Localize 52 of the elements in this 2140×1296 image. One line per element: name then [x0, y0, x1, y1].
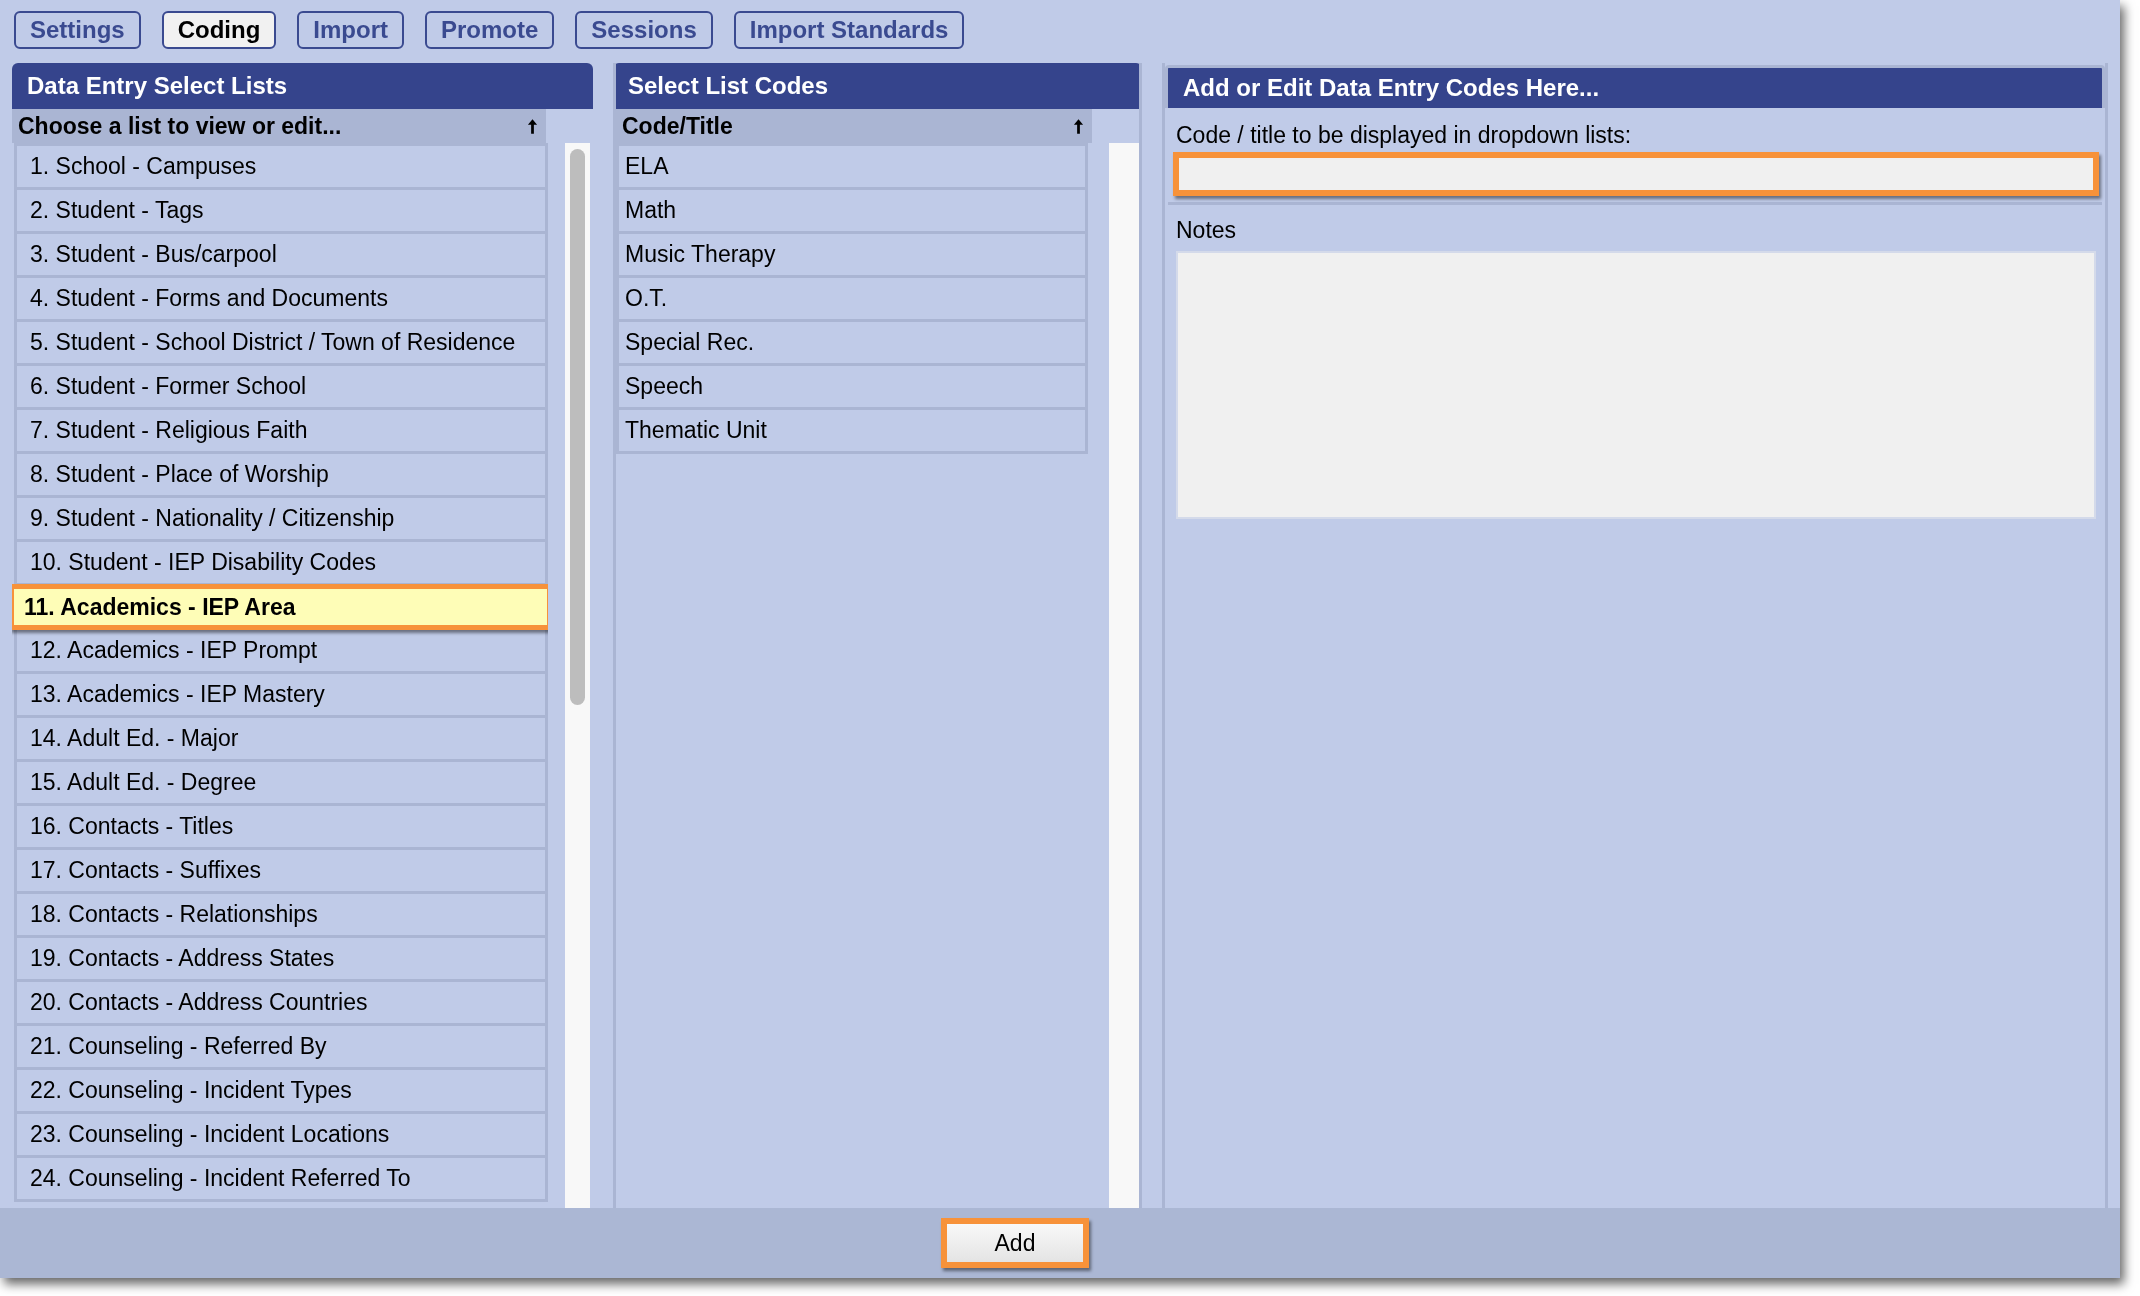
list-item[interactable]: 7. Student - Religious Faith	[14, 410, 548, 454]
tab[interactable]: Import Standards	[733, 11, 965, 49]
list-item[interactable]: 3. Student - Bus/carpool	[14, 234, 548, 278]
list-item[interactable]: 8. Student - Place of Worship	[14, 454, 548, 498]
panel-title: Data Entry Select Lists	[12, 63, 593, 109]
list-item[interactable]: 6. Student - Former School	[14, 366, 548, 410]
notes-field[interactable]	[1176, 251, 2096, 519]
tab[interactable]: Settings	[14, 11, 141, 49]
field-label: Code / title to be displayed in dropdown lists:	[1176, 121, 1633, 150]
list-item[interactable]: 4. Student - Forms and Documents	[14, 278, 548, 322]
tab[interactable]: Import	[297, 11, 404, 49]
code-item[interactable]: Thematic Unit	[616, 410, 1088, 454]
code-item[interactable]: Speech	[616, 366, 1088, 410]
list-item[interactable]: 18. Contacts - Relationships	[14, 894, 548, 938]
code-item[interactable]: O.T.	[616, 278, 1088, 322]
scrollbar-track[interactable]	[565, 143, 590, 1208]
list-item[interactable]: 10. Student - IEP Disability Codes	[14, 542, 548, 586]
column-title: Choose a list to view or edit...	[18, 112, 342, 140]
field-label: Notes	[1176, 216, 1238, 245]
list-item[interactable]: 20. Contacts - Address Countries	[14, 982, 548, 1026]
list-item[interactable]: 21. Counseling - Referred By	[14, 1026, 548, 1070]
column-title: Code/Title	[622, 112, 733, 140]
code-item[interactable]: ELA	[616, 143, 1088, 190]
list-item[interactable]: 19. Contacts - Address States	[14, 938, 548, 982]
list-item[interactable]: 15. Adult Ed. - Degree	[14, 762, 548, 806]
panel-title: Add or Edit Data Entry Codes Here...	[1165, 65, 2105, 108]
scrollbar-track[interactable]	[1109, 143, 1139, 1208]
list-item[interactable]: 24. Counseling - Incident Referred To	[14, 1158, 548, 1202]
sort-arrow-icon[interactable]	[1073, 117, 1084, 135]
list-item[interactable]: 16. Contacts - Titles	[14, 806, 548, 850]
tab[interactable]: Sessions	[575, 11, 713, 49]
list-item[interactable]: 11. Academics - IEP Area	[12, 584, 548, 630]
list-item[interactable]: 17. Contacts - Suffixes	[14, 850, 548, 894]
panel-title: Select List Codes	[616, 63, 1139, 109]
code-item[interactable]: Music Therapy	[616, 234, 1088, 278]
scrollbar-thumb[interactable]	[570, 149, 585, 705]
sort-arrow-icon[interactable]	[527, 117, 538, 135]
tab[interactable]: Promote	[425, 11, 555, 49]
code-item[interactable]: Special Rec.	[616, 322, 1088, 366]
list-item[interactable]: 2. Student - Tags	[14, 190, 548, 234]
list-item[interactable]: 13. Academics - IEP Mastery	[14, 674, 548, 718]
list-item[interactable]: 9. Student - Nationality / Citizenship	[14, 498, 548, 542]
list-item[interactable]: 14. Adult Ed. - Major	[14, 718, 548, 762]
add-button[interactable]: Add	[941, 1218, 1089, 1268]
code-input-field[interactable]	[1173, 152, 2099, 196]
list-item[interactable]: 12. Academics - IEP Prompt	[14, 630, 548, 674]
tab[interactable]: Coding	[161, 11, 277, 49]
list-item[interactable]: 1. School - Campuses	[14, 143, 548, 190]
list-item[interactable]: 23. Counseling - Incident Locations	[14, 1114, 548, 1158]
list-item[interactable]: 22. Counseling - Incident Types	[14, 1070, 548, 1114]
code-item[interactable]: Math	[616, 190, 1088, 234]
list-item[interactable]: 5. Student - School District / Town of Residence	[14, 322, 548, 366]
